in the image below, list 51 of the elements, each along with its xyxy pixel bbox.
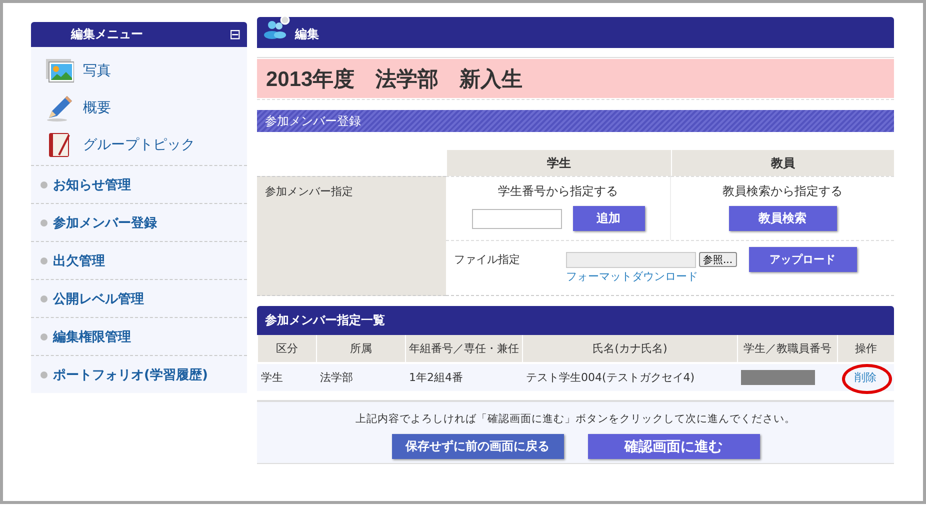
field-caption: 教員検索から指定する — [722, 183, 842, 200]
menu-link[interactable]: 参加メンバー登録 — [53, 214, 157, 232]
page-title: 2013年度 法学部 新入生 — [257, 59, 894, 98]
menu-link[interactable]: 概要 — [83, 99, 111, 117]
bullet-icon — [40, 294, 48, 302]
table-cell: 学生 — [257, 362, 316, 391]
bullet-icon — [40, 256, 48, 264]
browse-button[interactable]: 参照... — [699, 252, 737, 267]
menu-title: 編集メニュー — [71, 26, 143, 43]
column-header: 教員 — [671, 150, 894, 176]
table-cell: 1年2組4番 — [405, 362, 522, 391]
bullet-icon — [40, 218, 48, 226]
menu-link[interactable]: お知らせ管理 — [53, 176, 131, 194]
table-cell: 法学部 — [316, 362, 405, 391]
file-label: ファイル指定 — [454, 252, 521, 267]
column-header: 区分 — [257, 335, 316, 362]
menu-link[interactable]: ポートフォリオ(学習履歴) — [53, 366, 208, 384]
field-caption: 学生番号から指定する — [498, 183, 618, 200]
upload-button[interactable]: アップロード — [748, 247, 857, 272]
page-header-title: 編集 — [295, 26, 319, 43]
column-header: 氏名(カナ氏名) — [522, 335, 737, 362]
column-header: 年組番号／専任・兼任 — [405, 335, 522, 362]
menu-link[interactable]: 編集権限管理 — [53, 328, 131, 346]
users-gear-icon — [263, 14, 291, 38]
file-path-field[interactable] — [566, 252, 696, 268]
confirm-button[interactable]: 確認画面に進む — [588, 434, 760, 459]
row-label: 参加メンバー指定 — [257, 176, 446, 296]
instruction-text: 上記内容でよろしければ「確認画面に進む」ボタンをクリックして次に進んでください。 — [356, 412, 796, 426]
menu-link[interactable]: グループトピック — [83, 136, 195, 154]
landscape-picture-icon — [46, 59, 74, 83]
download-link[interactable]: フォーマットダウンロード — [566, 269, 698, 284]
section-title: 参加メンバー指定一覧 — [257, 306, 894, 335]
column-header: 操作 — [837, 335, 894, 362]
pencil-icon — [45, 94, 75, 122]
collapse-button[interactable]: ⊟ — [229, 28, 241, 42]
column-header: 学生／教職員番号 — [737, 335, 837, 362]
section-title: 参加メンバー登録 — [257, 110, 894, 132]
column-header: 学生 — [446, 150, 671, 176]
input-field[interactable] — [472, 208, 562, 228]
bullet-icon — [40, 332, 48, 340]
bullet-icon — [40, 370, 48, 378]
add-button[interactable]: 追加 — [572, 206, 644, 231]
menu-link[interactable]: 出欠管理 — [53, 252, 105, 270]
table-cell: テスト学生004(テストガクセイ4) — [522, 362, 737, 391]
menu-link[interactable]: 写真 — [83, 62, 111, 80]
back-button[interactable]: 保存せずに前の画面に戻る — [392, 434, 564, 459]
search-button[interactable]: 教員検索 — [728, 206, 836, 231]
bullet-icon — [40, 180, 48, 188]
column-header: 所属 — [316, 335, 405, 362]
menu-link[interactable]: 公開レベル管理 — [53, 290, 144, 308]
delete-link[interactable]: 削除 — [854, 370, 876, 385]
